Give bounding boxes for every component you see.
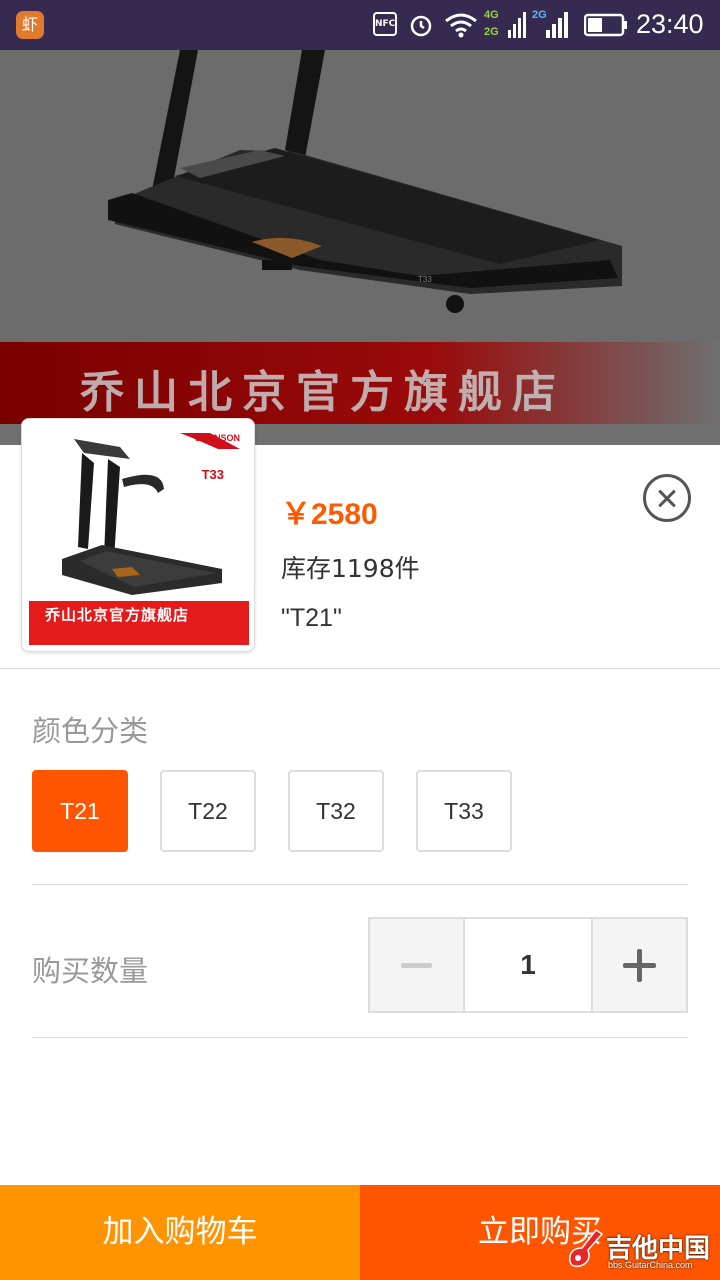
svg-text:2G: 2G [484,26,499,38]
divider [32,1037,688,1038]
thumbnail-banner: 乔山北京官方旗舰店 [29,601,249,645]
stock-count: 库存1198件 [281,554,420,583]
option-t22[interactable]: T22 [160,770,256,852]
selected-sku: "T21" [281,604,342,632]
store-banner: 乔山北京官方旗舰店 [0,342,720,424]
color-category-label: 颜色分类 [32,714,149,748]
decrease-button[interactable] [370,919,465,1011]
quantity-stepper: 1 [368,917,688,1013]
thumbnail-banner-text: 乔山北京官方旗舰店 [45,606,190,624]
alarm-icon [410,15,432,37]
taobao-app-icon: 虾 [16,11,44,39]
store-banner-text: 乔山北京官方旗舰店 [80,367,566,418]
clock: 23:40 [636,9,704,39]
quantity-value[interactable]: 1 [465,919,591,1011]
svg-text:4G: 4G [484,9,499,21]
option-t32[interactable]: T32 [288,770,384,852]
status-bar: 虾 NFC 4G 2G 2G 23:40 [0,0,720,50]
treadmill-image: T33 [108,50,622,313]
divider [0,668,720,669]
divider [32,884,688,885]
signal-2g-icon: 2G [532,9,568,38]
price: ￥2580 [281,498,378,531]
product-page-backdrop[interactable]: T33 乔山北京官方旗舰店 [0,50,720,445]
wifi-icon [445,13,477,38]
increase-button[interactable] [591,919,686,1011]
signal-4g-icon: 4G 2G [484,9,526,38]
watermark-url: bbs.GuitarChina.com [608,1260,693,1270]
quantity-label: 购买数量 [32,954,149,988]
close-button[interactable] [643,474,691,522]
add-to-cart-button[interactable]: 加入购物车 [0,1185,360,1280]
svg-text:T33: T33 [418,275,432,284]
nfc-icon: NFC [373,12,397,36]
option-t33[interactable]: T33 [416,770,512,852]
watermark: 吉他中国 bbs.GuitarChina.com [566,1226,716,1276]
thumbnail-model: T33 [201,467,224,482]
option-t21[interactable]: T21 [32,770,128,852]
svg-text:2G: 2G [532,9,547,21]
guitar-logo-icon [568,1228,604,1268]
brand-logo: JOHNSON [195,433,240,443]
battery-icon [584,13,627,37]
product-thumbnail: JOHNSON T33 乔山北京官方旗舰店 [21,418,255,652]
